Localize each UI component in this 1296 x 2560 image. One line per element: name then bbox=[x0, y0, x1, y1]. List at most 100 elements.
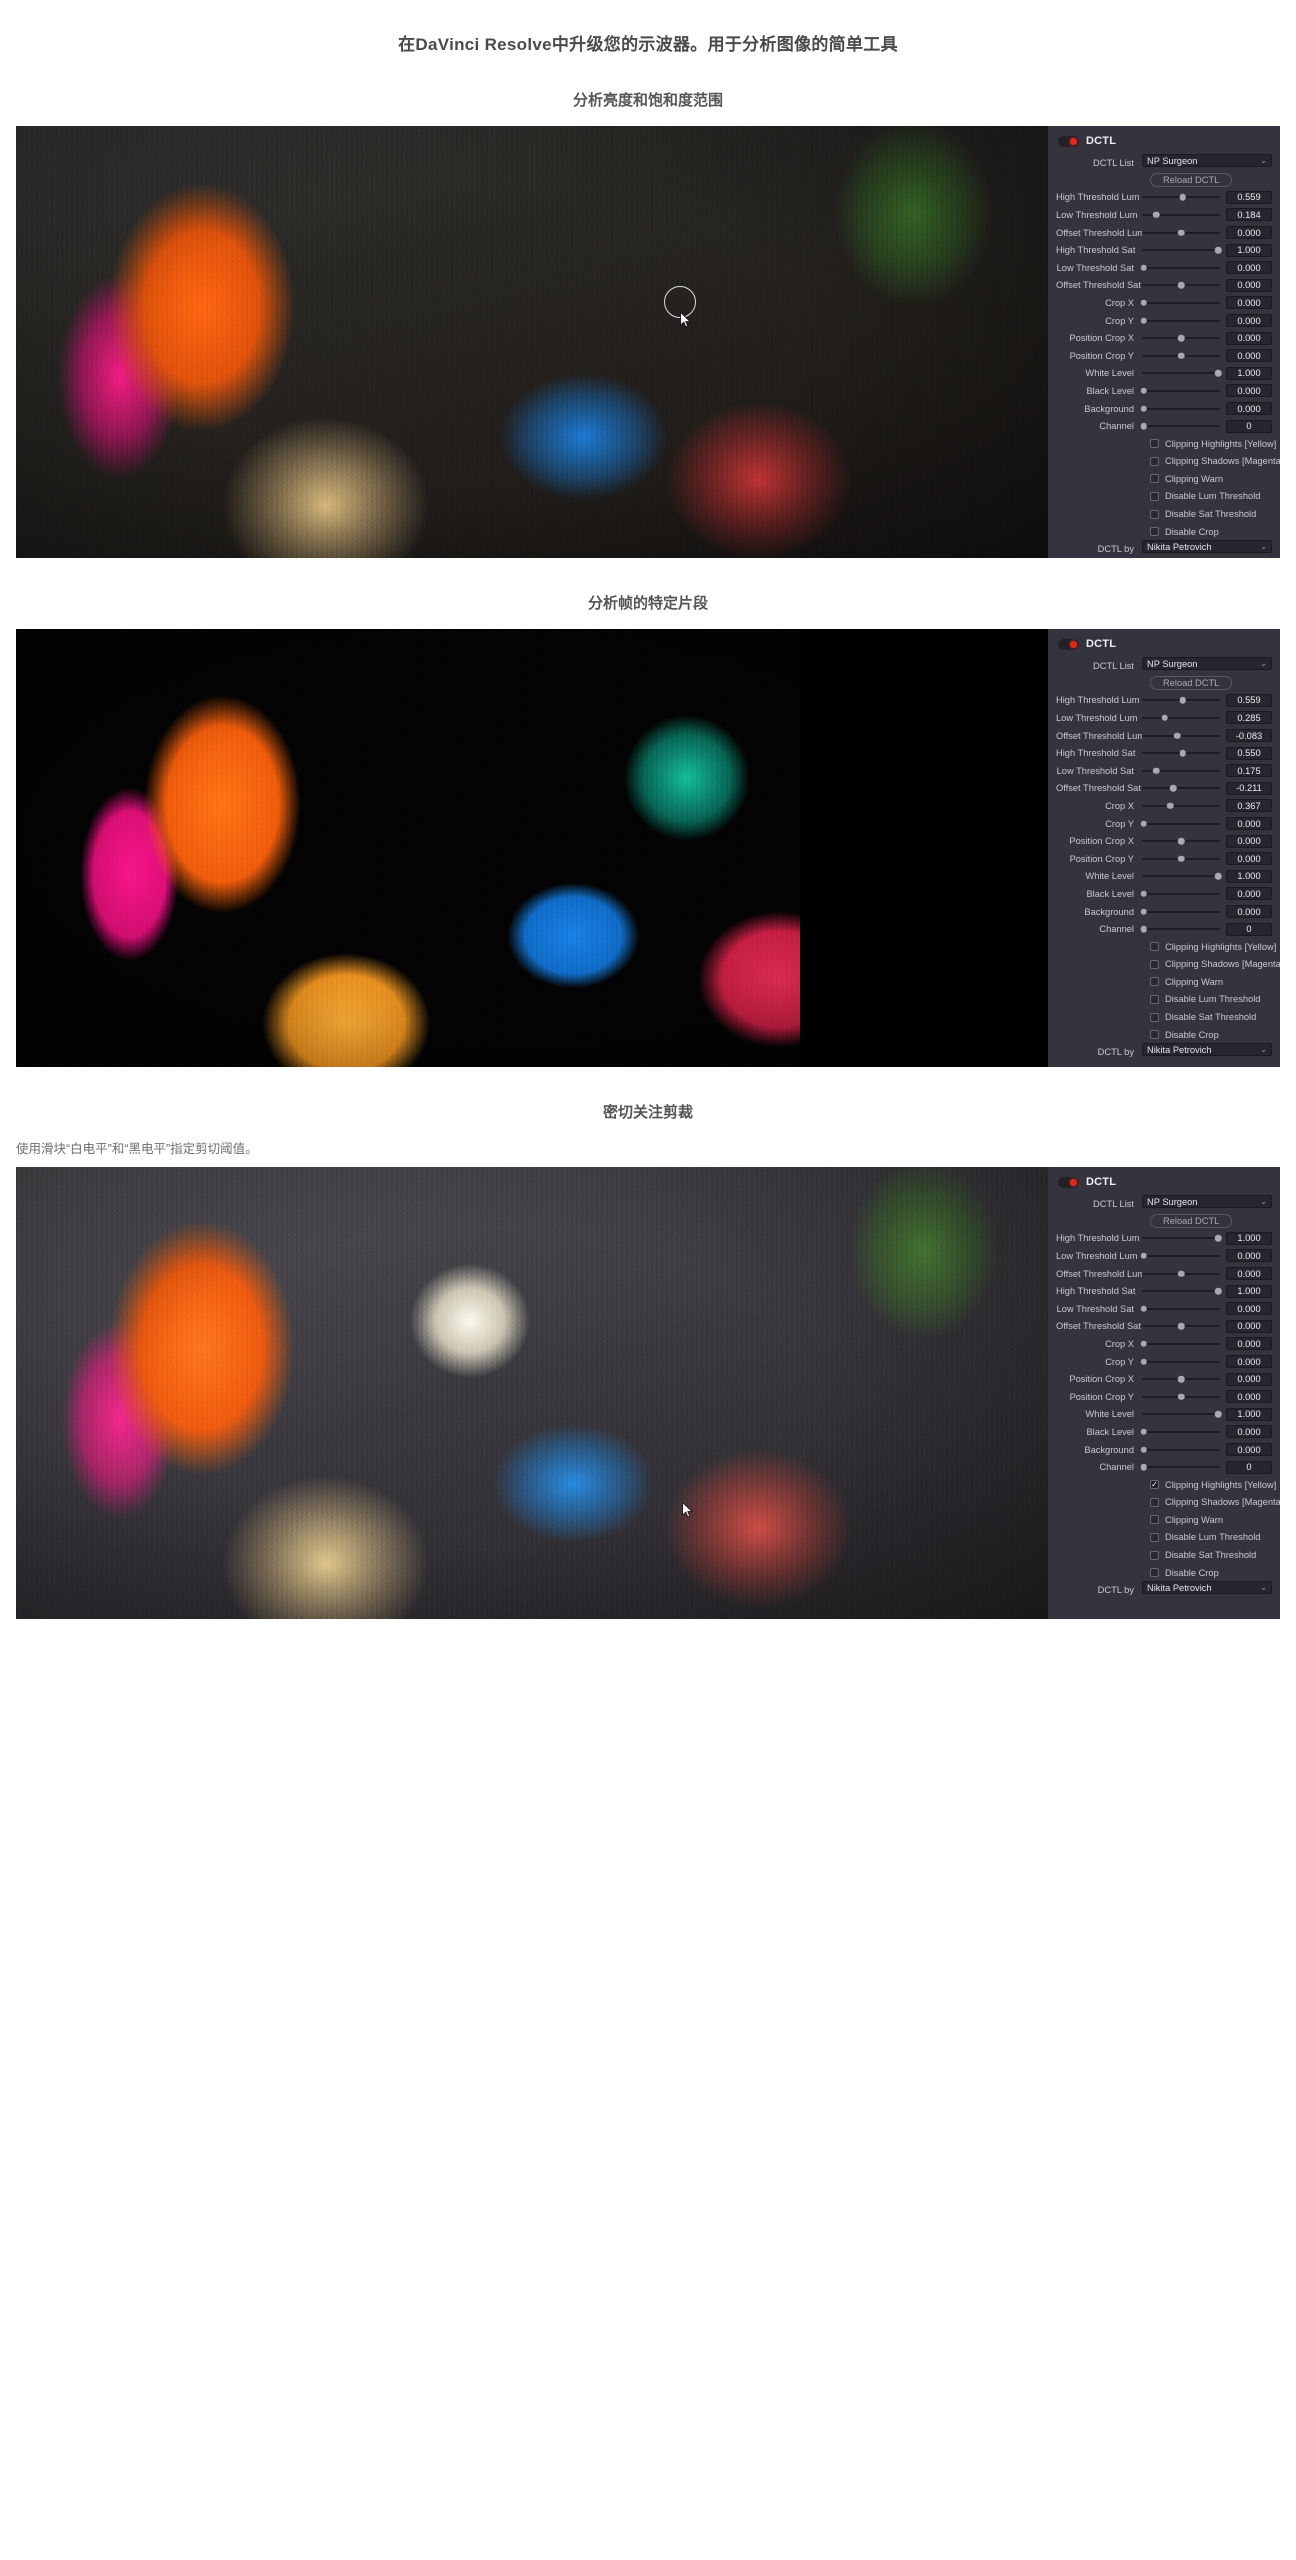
checkbox-unchecked-icon[interactable] bbox=[1150, 1497, 1159, 1507]
slider-knob[interactable] bbox=[1140, 1463, 1147, 1471]
slider-track[interactable] bbox=[1142, 732, 1220, 739]
checkbox-row[interactable]: Clipping Shadows [Magenta] bbox=[1056, 956, 1280, 974]
checkbox-row[interactable]: Clipping Warn bbox=[1056, 973, 1272, 991]
slider-knob[interactable] bbox=[1177, 282, 1185, 289]
checkbox-row[interactable]: ✓ Clipping Highlights [Yellow] bbox=[1056, 1476, 1276, 1494]
dctl-by-dropdown[interactable]: Nikita Petrovich ⌄ bbox=[1142, 1043, 1272, 1057]
slider-knob[interactable] bbox=[1140, 1358, 1147, 1365]
slider-knob[interactable] bbox=[1179, 194, 1186, 201]
slider-value-field[interactable]: 0.184 bbox=[1226, 208, 1272, 222]
checkbox-row[interactable]: Clipping Shadows [Magenta] bbox=[1056, 1494, 1280, 1512]
slider-value-field[interactable]: 1.000 bbox=[1226, 243, 1272, 257]
slider-track[interactable] bbox=[1140, 387, 1220, 395]
checkbox-unchecked-icon[interactable] bbox=[1150, 1568, 1159, 1578]
checkbox-unchecked-icon[interactable] bbox=[1150, 994, 1159, 1004]
slider-knob[interactable] bbox=[1140, 1340, 1147, 1348]
slider-knob[interactable] bbox=[1140, 299, 1147, 307]
slider-track[interactable] bbox=[1140, 890, 1220, 898]
slider-value-field[interactable]: 1.000 bbox=[1226, 869, 1272, 883]
slider-value-field[interactable]: 0.000 bbox=[1226, 349, 1272, 363]
slider-track[interactable] bbox=[1140, 1305, 1220, 1313]
slider-track-wrap[interactable] bbox=[1142, 241, 1226, 259]
slider-track[interactable] bbox=[1142, 1411, 1222, 1418]
slider-track-wrap[interactable] bbox=[1140, 903, 1226, 921]
slider-knob[interactable] bbox=[1215, 1411, 1222, 1418]
checkbox-unchecked-icon[interactable] bbox=[1150, 439, 1159, 449]
slider-track[interactable] bbox=[1140, 1446, 1220, 1453]
dctl-by-dropdown[interactable]: Nikita Petrovich ⌄ bbox=[1142, 540, 1272, 554]
slider-knob[interactable] bbox=[1140, 387, 1147, 395]
slider-track[interactable] bbox=[1140, 405, 1220, 412]
checkbox-row[interactable]: Clipping Shadows [Magenta] bbox=[1056, 453, 1280, 471]
slider-knob[interactable] bbox=[1177, 1375, 1185, 1383]
slider-track[interactable] bbox=[1142, 802, 1220, 810]
slider-track[interactable] bbox=[1140, 1463, 1220, 1471]
slider-track[interactable] bbox=[1142, 767, 1220, 775]
slider-track-wrap[interactable] bbox=[1142, 1388, 1226, 1406]
checkbox-unchecked-icon[interactable] bbox=[1150, 474, 1159, 484]
checkbox-row[interactable]: Disable Sat Threshold bbox=[1056, 1546, 1272, 1564]
slider-track-wrap[interactable] bbox=[1140, 417, 1226, 435]
slider-knob[interactable] bbox=[1140, 1446, 1147, 1453]
slider-knob[interactable] bbox=[1177, 352, 1185, 359]
checkbox-unchecked-icon[interactable] bbox=[1150, 1550, 1159, 1560]
slider-value-field[interactable]: 0.000 bbox=[1226, 1390, 1272, 1404]
slider-knob[interactable] bbox=[1215, 873, 1222, 880]
slider-track-wrap[interactable] bbox=[1142, 692, 1226, 710]
slider-knob[interactable] bbox=[1173, 732, 1181, 739]
slider-value-field[interactable]: 0.000 bbox=[1226, 1249, 1272, 1263]
dctl-by-dropdown[interactable]: Nikita Petrovich ⌄ bbox=[1142, 1581, 1272, 1595]
slider-track-wrap[interactable] bbox=[1142, 277, 1226, 295]
slider-value-field[interactable]: 0.000 bbox=[1226, 1267, 1272, 1281]
slider-track-wrap[interactable] bbox=[1140, 815, 1226, 833]
slider-track-wrap[interactable] bbox=[1142, 347, 1226, 365]
slider-value-field[interactable]: 0 bbox=[1226, 1460, 1272, 1474]
slider-track[interactable] bbox=[1142, 749, 1220, 757]
slider-track[interactable] bbox=[1140, 317, 1220, 324]
slider-track-wrap[interactable] bbox=[1142, 762, 1226, 780]
slider-track[interactable] bbox=[1142, 334, 1220, 342]
slider-track-wrap[interactable] bbox=[1140, 400, 1226, 418]
slider-value-field[interactable]: 0.000 bbox=[1226, 314, 1272, 328]
slider-value-field[interactable]: 0.000 bbox=[1226, 1355, 1272, 1369]
slider-track[interactable] bbox=[1140, 1252, 1220, 1260]
slider-value-field[interactable]: 0.559 bbox=[1226, 693, 1272, 707]
slider-value-field[interactable]: 0.000 bbox=[1226, 905, 1272, 919]
slider-knob[interactable] bbox=[1140, 1428, 1147, 1436]
checkbox-unchecked-icon[interactable] bbox=[1150, 942, 1159, 952]
slider-knob[interactable] bbox=[1140, 317, 1147, 324]
slider-track[interactable] bbox=[1142, 194, 1220, 201]
slider-track-wrap[interactable] bbox=[1140, 1458, 1226, 1476]
slider-value-field[interactable]: 0.000 bbox=[1226, 1302, 1272, 1316]
slider-track[interactable] bbox=[1142, 873, 1222, 880]
slider-track-wrap[interactable] bbox=[1140, 382, 1226, 400]
slider-track-wrap[interactable] bbox=[1142, 1265, 1226, 1283]
checkbox-row[interactable]: Clipping Warn bbox=[1056, 1511, 1272, 1529]
slider-track-wrap[interactable] bbox=[1140, 294, 1226, 312]
slider-value-field[interactable]: 0.000 bbox=[1226, 1443, 1272, 1457]
slider-track[interactable] bbox=[1140, 820, 1220, 827]
slider-track-wrap[interactable] bbox=[1142, 206, 1226, 224]
slider-value-field[interactable]: 0.000 bbox=[1226, 887, 1272, 901]
reload-dctl-button[interactable]: Reload DCTL bbox=[1150, 1214, 1233, 1229]
slider-track-wrap[interactable] bbox=[1142, 329, 1226, 347]
slider-value-field[interactable]: 0.367 bbox=[1226, 799, 1272, 813]
slider-track[interactable] bbox=[1140, 422, 1220, 430]
slider-track[interactable] bbox=[1142, 1393, 1220, 1400]
slider-track[interactable] bbox=[1142, 246, 1222, 254]
slider-knob[interactable] bbox=[1179, 697, 1186, 704]
dctl-enable-toggle[interactable] bbox=[1058, 1176, 1079, 1188]
checkbox-unchecked-icon[interactable] bbox=[1150, 1515, 1159, 1525]
slider-track-wrap[interactable] bbox=[1140, 1300, 1226, 1318]
slider-track-wrap[interactable] bbox=[1140, 259, 1226, 277]
slider-track[interactable] bbox=[1142, 1323, 1220, 1330]
slider-knob[interactable] bbox=[1177, 1393, 1185, 1400]
checkbox-row[interactable]: Clipping Highlights [Yellow] bbox=[1056, 938, 1276, 956]
slider-value-field[interactable]: 0.000 bbox=[1226, 1337, 1272, 1351]
slider-value-field[interactable]: 0 bbox=[1226, 419, 1272, 433]
slider-track-wrap[interactable] bbox=[1140, 1441, 1226, 1459]
slider-value-field[interactable]: 0.550 bbox=[1226, 746, 1272, 760]
slider-value-field[interactable]: 0.000 bbox=[1226, 384, 1272, 398]
slider-value-field[interactable]: -0.211 bbox=[1226, 781, 1272, 795]
slider-track[interactable] bbox=[1140, 908, 1220, 915]
